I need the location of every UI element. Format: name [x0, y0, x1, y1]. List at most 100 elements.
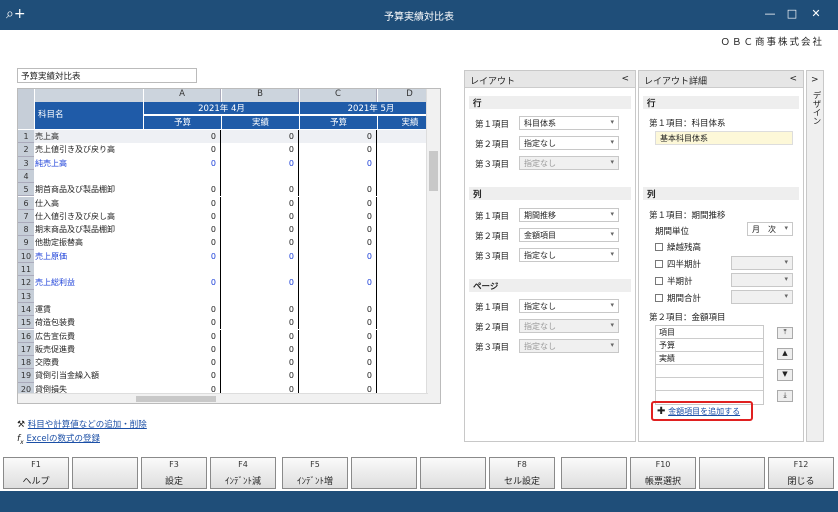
col-item3-select[interactable]: 指定なし ▾ [519, 248, 619, 262]
amount-items-list[interactable]: 項目 予算 実績 [655, 325, 764, 405]
grid-cell[interactable]: 0 [144, 276, 221, 290]
grid-cell[interactable]: 0 [144, 130, 221, 144]
grid-cell[interactable]: 0 [144, 302, 221, 317]
row-subject-name[interactable]: 他勘定振替高 [35, 236, 143, 249]
close-icon[interactable]: ✕ [806, 7, 826, 20]
table-row[interactable]: 19貸倒引当金繰入額0000 [18, 369, 440, 383]
move-bottom-icon[interactable]: ⤓ [777, 390, 793, 402]
table-row[interactable]: 7仕入値引き及び戻し高0000 [18, 209, 440, 224]
grid-cell[interactable] [300, 289, 377, 303]
row-number[interactable]: 19 [18, 369, 34, 383]
grid-cell[interactable] [222, 289, 299, 303]
grid-cell[interactable]: 0 [222, 342, 299, 357]
grid-cell[interactable] [144, 169, 221, 184]
row-subject-name[interactable] [35, 290, 143, 303]
row-number[interactable]: 7 [18, 209, 34, 224]
quarter-total-checkbox[interactable]: 四半期計 [655, 258, 701, 270]
row-subject-name[interactable]: 売上値引き及び戻り高 [35, 143, 143, 156]
row-number[interactable]: 4 [18, 169, 34, 184]
table-row[interactable]: 10売上原価0000 [18, 249, 440, 263]
page-item1-select[interactable]: 指定なし ▾ [519, 299, 619, 313]
grid-cell[interactable]: 0 [222, 196, 299, 210]
table-row[interactable]: 8期末商品及び製品棚卸0000 [18, 223, 440, 237]
grid-horizontal-scrollbar[interactable] [18, 393, 428, 403]
grid-cell[interactable]: 0 [222, 156, 299, 170]
excel-formula-link[interactable]: Excelの数式の登録 [26, 434, 100, 444]
table-row[interactable]: 16広告宣伝費0000 [18, 329, 440, 343]
grid-cell[interactable]: 0 [222, 249, 299, 263]
row-subject-name[interactable]: 売上総利益 [35, 276, 143, 289]
row-number[interactable]: 10 [18, 249, 34, 263]
table-row[interactable]: 6仕入高0000 [18, 196, 440, 210]
grid-cell[interactable]: 0 [222, 236, 299, 250]
grid-cell[interactable] [222, 169, 299, 184]
add-amount-item-button[interactable]: ✚ 金額項目を追加する [651, 401, 753, 421]
table-row[interactable]: 17販売促進費0000 [18, 342, 440, 357]
grid-cell[interactable]: 0 [144, 196, 221, 210]
row-subject-name[interactable] [35, 170, 143, 183]
collapse-icon[interactable]: < [789, 74, 797, 84]
row-subject-name[interactable]: 運賃 [35, 303, 143, 316]
table-row[interactable]: 15荷造包装費0000 [18, 316, 440, 330]
move-up-icon[interactable]: ▲ [777, 348, 793, 360]
row-number[interactable]: 16 [18, 329, 34, 343]
subject-system-value[interactable]: 基本科目体系 [655, 131, 793, 145]
maximize-icon[interactable]: □ [782, 7, 802, 20]
report-name-input[interactable]: 予算実績対比表 [17, 68, 197, 83]
table-row[interactable]: 18交際費0000 [18, 356, 440, 370]
table-row[interactable]: 5期首商品及び製品棚卸0000 [18, 183, 440, 197]
fkey-f4-button[interactable]: F4 ｲﾝﾃﾞﾝﾄ減 [210, 457, 276, 489]
grid-cell[interactable]: 0 [222, 223, 299, 237]
col-letter-c[interactable]: C [300, 89, 377, 102]
grid-cell[interactable]: 0 [144, 249, 221, 263]
grid-cell[interactable]: 0 [144, 223, 221, 237]
grid-cell[interactable]: 0 [300, 196, 377, 210]
list-item[interactable]: 実績 [656, 352, 763, 365]
fkey-empty-button[interactable] [351, 457, 417, 489]
table-row[interactable]: 9他勘定振替高0000 [18, 236, 440, 250]
row-number[interactable]: 2 [18, 143, 34, 157]
grid-cell[interactable] [144, 289, 221, 303]
move-top-icon[interactable]: ⤒ [777, 327, 793, 339]
row-subject-name[interactable]: 期末商品及び製品棚卸 [35, 223, 143, 236]
half-total-select[interactable]: ▾ [731, 273, 793, 287]
row-subject-name[interactable]: 荷造包装費 [35, 316, 143, 329]
row-number[interactable]: 8 [18, 223, 34, 237]
fkey-empty-button[interactable] [561, 457, 627, 489]
col-item1-select[interactable]: 期間推移 ▾ [519, 208, 619, 222]
grid-cell[interactable] [300, 263, 377, 277]
row-number[interactable]: 18 [18, 356, 34, 370]
fkey-f1-button[interactable]: F1 ヘルプ [3, 457, 69, 489]
row-number[interactable]: 17 [18, 342, 34, 357]
design-tab[interactable]: > デザイン [806, 70, 824, 442]
row-subject-name[interactable]: 売上原価 [35, 250, 143, 263]
grid-cell[interactable]: 0 [300, 223, 377, 237]
row-item3-select[interactable]: 指定なし ▾ [519, 156, 619, 170]
grid-cell[interactable]: 0 [300, 276, 377, 290]
grid-cell[interactable]: 0 [144, 316, 221, 330]
grid-cell[interactable]: 0 [144, 342, 221, 357]
table-row[interactable]: 1売上高0000 [18, 130, 440, 144]
col-item2-select[interactable]: 金額項目 ▾ [519, 228, 619, 242]
excel-formula-link-row[interactable]: fx Excelの数式の登録 [17, 432, 100, 446]
row-subject-name[interactable]: 販売促進費 [35, 343, 143, 356]
collapse-icon[interactable]: < [621, 74, 629, 84]
grid-cell[interactable]: 0 [300, 249, 377, 263]
carryover-checkbox[interactable]: 繰越残高 [655, 241, 701, 253]
grid-cell[interactable]: 0 [222, 276, 299, 290]
grid-cell[interactable]: 0 [144, 236, 221, 250]
grid-cell[interactable]: 0 [222, 316, 299, 330]
fkey-empty-button[interactable] [72, 457, 138, 489]
fkey-f3-button[interactable]: F3 設定 [141, 457, 207, 489]
row-item2-select[interactable]: 指定なし ▾ [519, 136, 619, 150]
list-item[interactable] [656, 365, 763, 378]
row-subject-name[interactable]: 純売上高 [35, 157, 143, 170]
page-item2-select[interactable]: 指定なし ▾ [519, 319, 619, 333]
row-number[interactable]: 11 [18, 263, 34, 277]
row-number[interactable]: 13 [18, 289, 34, 303]
period-total-checkbox[interactable]: 期間合計 [655, 292, 701, 304]
grid-cell[interactable] [222, 263, 299, 277]
list-item[interactable] [656, 378, 763, 391]
grid-cell[interactable]: 0 [222, 130, 299, 144]
grid-cell[interactable]: 0 [300, 143, 377, 157]
